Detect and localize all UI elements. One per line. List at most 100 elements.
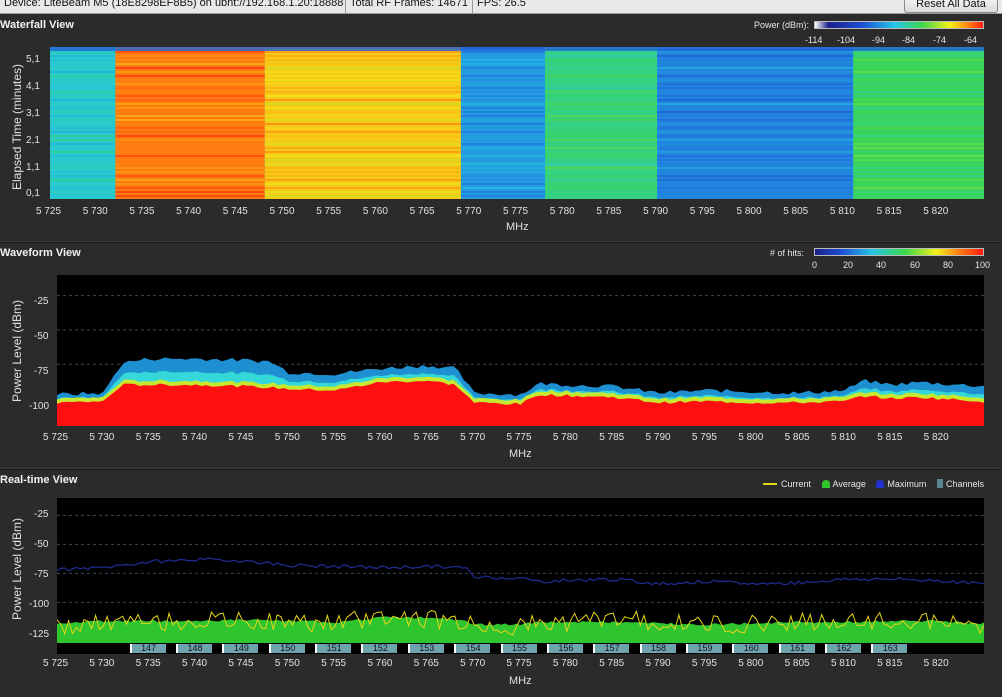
waterfall-streak [657, 143, 854, 145]
waterfall-streak [853, 127, 984, 129]
realtime-chart [57, 514, 984, 643]
waterfall-streak [657, 151, 854, 153]
waterfall-streak [460, 191, 546, 193]
channel-label: 151 [315, 644, 352, 653]
waterfall-streak [657, 87, 854, 89]
waterfall-streak [657, 79, 854, 81]
x-tick-label: 5 725 [43, 658, 69, 669]
waterfall-streak [115, 123, 265, 125]
waterfall-streak [545, 171, 658, 173]
waterfall-streak [264, 95, 461, 97]
x-tick-label: 5 725 [36, 206, 62, 217]
waterfall-streak [545, 63, 658, 65]
x-tick-label: 5 775 [506, 432, 532, 443]
waterfall-streak [545, 155, 658, 157]
waterfall-streak [264, 119, 461, 121]
waterfall-streak [853, 103, 984, 105]
waterfall-streak [460, 111, 546, 113]
waterfall-streak [545, 123, 658, 125]
x-tick-label: 5 730 [89, 432, 115, 443]
waterfall-streak [460, 55, 546, 57]
power-legend-tick: -84 [902, 35, 916, 45]
waterfall-streak [115, 175, 265, 177]
waterfall-y-tick: 5,1 [26, 54, 40, 65]
hits-legend-tick: 80 [943, 260, 954, 270]
waterfall-streak [460, 51, 546, 53]
channels-swatch [936, 479, 943, 489]
waterfall-streak [115, 155, 265, 157]
waterfall-streak [657, 55, 854, 57]
waterfall-streak [50, 63, 116, 65]
waterfall-streak [853, 55, 984, 57]
waterfall-streak [115, 103, 265, 105]
waterfall-streak [264, 115, 461, 117]
waterfall-streak [460, 63, 546, 65]
waterfall-streak [853, 167, 984, 169]
waterfall-streak [264, 51, 461, 53]
waterfall-streak [264, 55, 461, 57]
waveform-y-tick: -50 [34, 331, 49, 342]
x-tick-label: 5 795 [689, 206, 715, 217]
waterfall-streak [50, 187, 116, 189]
waveform-plot[interactable] [57, 275, 984, 426]
waterfall-streak [545, 75, 658, 77]
waterfall-streak [460, 67, 546, 69]
waterfall-streak [657, 115, 854, 117]
waterfall-y-axis-label: Elapsed Time (minutes) [10, 63, 24, 190]
waterfall-streak [657, 95, 854, 97]
realtime-legend: Current Average Maximum Channels [763, 478, 984, 489]
channel-label: 148 [176, 644, 213, 653]
power-legend-tick: -104 [837, 35, 856, 45]
waterfall-streak [853, 195, 984, 197]
x-tick-label: 5 775 [503, 206, 529, 217]
waterfall-streak [460, 127, 546, 129]
waterfall-streak [264, 91, 461, 93]
x-tick-label: 5 750 [274, 432, 300, 443]
channel-label: 160 [732, 644, 769, 653]
x-tick-label: 5 820 [923, 432, 949, 443]
x-tick-label: 5 760 [367, 658, 393, 669]
waterfall-streak [545, 159, 658, 161]
waterfall-streak [115, 143, 265, 145]
waterfall-streak [853, 115, 984, 117]
waterfall-streak [264, 123, 461, 125]
legend-average: Average [832, 478, 866, 489]
waterfall-streak [264, 143, 461, 145]
waterfall-streak [264, 151, 461, 153]
waterfall-streak [545, 175, 658, 177]
x-tick-label: 5 780 [549, 206, 575, 217]
waterfall-streak [264, 99, 461, 101]
waterfall-streak [657, 195, 854, 197]
waterfall-streak [460, 71, 546, 73]
realtime-y-tick: -100 [29, 599, 50, 610]
channel-label: 153 [407, 644, 444, 653]
realtime-y-tick: -75 [34, 569, 49, 580]
panel-divider [0, 241, 1002, 243]
x-tick-label: 5 785 [596, 206, 622, 217]
waterfall-streak [545, 163, 658, 165]
waterfall-title: Waterfall View [0, 19, 74, 31]
waterfall-streak [115, 87, 265, 89]
waterfall-streak [853, 71, 984, 73]
waterfall-streak [460, 155, 546, 157]
waterfall-streak [853, 95, 984, 97]
waterfall-plot[interactable] [50, 47, 984, 199]
power-legend-tick: -94 [872, 35, 886, 45]
waterfall-streak [264, 159, 461, 161]
realtime-plot[interactable] [57, 498, 984, 643]
waterfall-streak [115, 99, 265, 101]
waterfall-streak [50, 99, 116, 101]
waterfall-streak [115, 147, 265, 149]
x-tick-label: 5 760 [362, 206, 388, 217]
waterfall-streak [50, 171, 116, 173]
waterfall-streak [50, 179, 116, 181]
waterfall-streak [657, 123, 854, 125]
waterfall-streak [657, 83, 854, 85]
waterfall-streak [657, 131, 854, 133]
reset-all-data-button[interactable]: Reset All Data [904, 0, 998, 13]
waterfall-streak [50, 111, 116, 113]
waterfall-streak [460, 59, 546, 61]
waterfall-streak [545, 91, 658, 93]
waterfall-streak [853, 59, 984, 61]
waterfall-streak [50, 71, 116, 73]
